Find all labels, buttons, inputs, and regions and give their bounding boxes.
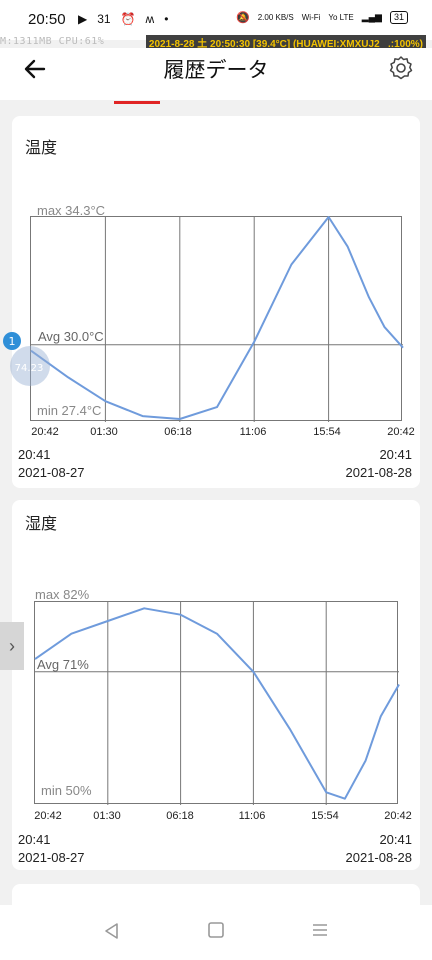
humidity-card: 湿度 max 82% Avg 71% min 50% 20:42 01:30 0… — [12, 500, 420, 870]
net-speed: 2.00 KB/S — [257, 13, 294, 22]
temperature-chart-svg — [30, 216, 404, 422]
humidity-min-label: min 50% — [41, 783, 92, 798]
gear-icon[interactable] — [388, 55, 414, 81]
signal-icon: ▂▄▆ — [361, 12, 382, 22]
nav-menu-icon[interactable] — [311, 921, 329, 939]
floating-widget[interactable]: 74.23 1 — [0, 330, 60, 390]
m-app-icon: ʍ — [145, 12, 155, 26]
temperature-chart-plot: max 34.3°C Avg 30.0°C min 27.4°C — [30, 203, 404, 422]
temperature-end-time: 20:41 — [379, 447, 412, 462]
humidity-chart-svg — [34, 602, 400, 805]
navigation-bar — [0, 905, 432, 960]
temperature-min-label: min 27.4°C — [37, 403, 102, 418]
dot-icon: • — [164, 12, 169, 26]
humidity-start-time: 20:41 — [18, 832, 51, 847]
card-title-humidity: 湿度 — [25, 516, 58, 533]
humidity-x-tick: 20:42 — [384, 810, 412, 822]
status-left-icons: ▶ 31 ⏰ ʍ • — [78, 12, 168, 26]
play-icon: ▶ — [78, 12, 88, 26]
tab-indicator — [114, 101, 160, 104]
humidity-series-line — [34, 607, 400, 800]
humidity-x-tick: 15:54 — [311, 810, 339, 822]
humidity-max-label: max 82% — [35, 587, 90, 602]
temperature-end-date: 2021-08-28 — [345, 465, 413, 480]
humidity-x-tick: 06:18 — [166, 810, 194, 822]
temperature-max-label: max 34.3°C — [37, 203, 106, 218]
chevron-right-icon: › — [9, 636, 15, 656]
humidity-x-tick: 01:30 — [93, 810, 121, 822]
wifi-icon: Wi-Fi — [301, 13, 321, 22]
humidity-x-tick: 20:42 — [34, 810, 62, 822]
alarm-icon: ⏰ — [120, 12, 136, 26]
status-bar: 20:50 ▶ 31 ⏰ ʍ • 🔕 2.00 KB/S Wi-Fi Yo LT… — [0, 0, 432, 40]
float-label: 74.23 — [15, 363, 44, 374]
temperature-start-time: 20:41 — [18, 447, 51, 462]
temperature-x-tick: 20:42 — [31, 426, 59, 438]
temperature-card: 温度 max 34.3°C Avg 30.0°C min 27.4°C 20:4… — [12, 116, 420, 488]
nav-home-icon[interactable] — [207, 921, 225, 939]
card-title-temperature: 温度 — [25, 140, 58, 157]
humidity-end-time: 20:41 — [379, 832, 412, 847]
nav-back-icon[interactable] — [102, 921, 122, 941]
side-expand-tab[interactable]: › — [0, 622, 24, 670]
temperature-x-tick: 06:18 — [164, 426, 192, 438]
memory-cpu-overlay: M:1311MB CPU:61% — [0, 36, 105, 47]
status-time: 20:50 — [28, 11, 66, 28]
mute-icon: 🔕 — [236, 12, 250, 24]
humidity-chart-plot: max 82% Avg 71% min 50% — [34, 587, 400, 805]
humidity-end-date: 2021-08-28 — [345, 850, 413, 865]
badge-count: 1 — [9, 335, 16, 348]
volte-icon: Yo LTE — [328, 13, 354, 22]
page-title: 履歴データ — [163, 59, 269, 82]
humidity-start-date: 2021-08-27 — [18, 850, 85, 865]
temperature-series-line — [30, 216, 404, 420]
calendar-icon: 31 — [97, 12, 111, 26]
status-right-icons: 🔕 2.00 KB/S Wi-Fi Yo LTE ▂▄▆ 31 — [236, 11, 408, 24]
battery-icon: 31 — [389, 11, 408, 24]
humidity-x-tick: 11:06 — [238, 810, 266, 822]
temperature-x-tick: 01:30 — [90, 426, 118, 438]
temperature-x-tick: 15:54 — [313, 426, 341, 438]
temperature-x-tick: 20:42 — [387, 426, 415, 438]
app-bar: 履歴データ — [0, 48, 432, 100]
temperature-start-date: 2021-08-27 — [18, 465, 85, 480]
humidity-avg-label: Avg 71% — [37, 657, 89, 672]
temperature-x-tick: 11:06 — [239, 426, 267, 438]
